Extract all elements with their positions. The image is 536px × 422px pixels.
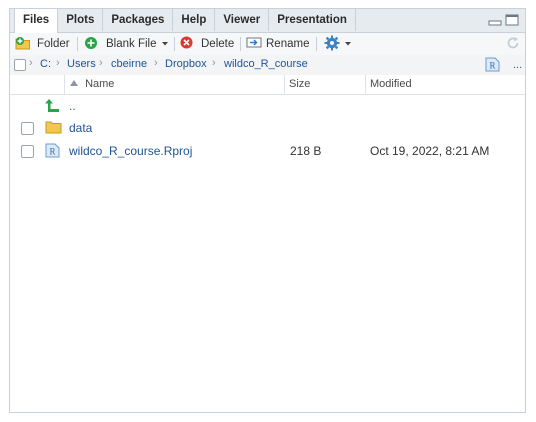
modified-column-header[interactable]: Modified bbox=[370, 75, 412, 94]
breadcrumb-item[interactable]: C: bbox=[40, 58, 51, 70]
tab-plots[interactable]: Plots bbox=[58, 9, 104, 31]
new-folder-button[interactable]: Folder bbox=[15, 36, 70, 52]
gear-icon bbox=[324, 35, 340, 54]
size-column-header[interactable]: Size bbox=[289, 75, 310, 94]
chevron-down-icon bbox=[344, 38, 352, 50]
blank-file-label: Blank File bbox=[106, 38, 157, 50]
breadcrumb-item[interactable]: Dropbox bbox=[165, 58, 207, 70]
delete-icon bbox=[180, 36, 193, 52]
blank-file-button[interactable]: Blank File bbox=[84, 36, 169, 52]
table-row[interactable]: R wildco_R_course.Rproj 218 B Oct 19, 20… bbox=[10, 140, 525, 163]
name-column-header[interactable]: Name bbox=[69, 75, 114, 94]
file-size: 218 B bbox=[290, 144, 322, 158]
parent-directory-link[interactable]: .. bbox=[69, 99, 76, 113]
maximize-icon[interactable] bbox=[505, 14, 519, 29]
svg-text:R: R bbox=[489, 61, 495, 71]
tab-bar: Files Plots Packages Help Viewer Present… bbox=[10, 9, 525, 33]
row-checkbox[interactable] bbox=[21, 122, 34, 135]
svg-text:R: R bbox=[49, 147, 55, 157]
rename-label: Rename bbox=[266, 38, 310, 50]
delete-button[interactable]: Delete bbox=[180, 36, 234, 52]
chevron-right-icon: › bbox=[56, 57, 60, 69]
sort-asc-icon bbox=[69, 78, 82, 90]
r-project-icon: R bbox=[45, 143, 60, 161]
add-file-icon bbox=[84, 36, 98, 53]
more-button[interactable] bbox=[324, 35, 352, 54]
file-name-link[interactable]: data bbox=[69, 121, 92, 135]
tab-files[interactable]: Files bbox=[14, 9, 59, 33]
rename-icon bbox=[246, 36, 262, 52]
more-options-ellipsis[interactable]: ... bbox=[513, 59, 522, 71]
row-checkbox[interactable] bbox=[21, 145, 34, 158]
minimize-icon[interactable] bbox=[488, 14, 502, 29]
file-modified: Oct 19, 2022, 8:21 AM bbox=[370, 144, 490, 158]
chevron-right-icon: › bbox=[99, 57, 103, 69]
breadcrumb-item[interactable]: cbeirne bbox=[111, 58, 147, 70]
folder-icon bbox=[45, 120, 62, 137]
arrow-up-icon bbox=[45, 98, 61, 116]
tab-presentation[interactable]: Presentation bbox=[269, 9, 356, 31]
chevron-right-icon: › bbox=[29, 57, 33, 69]
rename-button[interactable]: Rename bbox=[246, 36, 309, 52]
breadcrumb-item[interactable]: wildco_R_course bbox=[224, 58, 308, 70]
go-to-project-icon[interactable]: R bbox=[485, 57, 500, 75]
chevron-down-icon bbox=[161, 38, 169, 50]
refresh-button[interactable] bbox=[506, 36, 520, 52]
table-row[interactable]: data bbox=[10, 117, 525, 140]
tab-viewer[interactable]: Viewer bbox=[215, 9, 270, 31]
tab-packages[interactable]: Packages bbox=[103, 9, 174, 31]
files-toolbar: Folder Blank File Delete Rename bbox=[10, 33, 525, 56]
breadcrumb: › C: › Users › cbeirne › Dropbox › wildc… bbox=[10, 55, 525, 76]
select-all-checkbox[interactable] bbox=[14, 59, 26, 71]
new-folder-label: Folder bbox=[37, 38, 70, 50]
file-name-link[interactable]: wildco_R_course.Rproj bbox=[69, 144, 192, 158]
table-row[interactable]: .. bbox=[10, 95, 525, 118]
files-pane: Files Plots Packages Help Viewer Present… bbox=[9, 8, 526, 413]
chevron-right-icon: › bbox=[212, 57, 216, 69]
file-table-header: Name Size Modified bbox=[10, 75, 525, 95]
chevron-right-icon: › bbox=[154, 57, 158, 69]
delete-label: Delete bbox=[201, 38, 235, 50]
new-folder-icon bbox=[15, 36, 33, 53]
breadcrumb-item[interactable]: Users bbox=[67, 58, 96, 70]
tab-help[interactable]: Help bbox=[173, 9, 216, 31]
refresh-icon bbox=[506, 36, 520, 53]
